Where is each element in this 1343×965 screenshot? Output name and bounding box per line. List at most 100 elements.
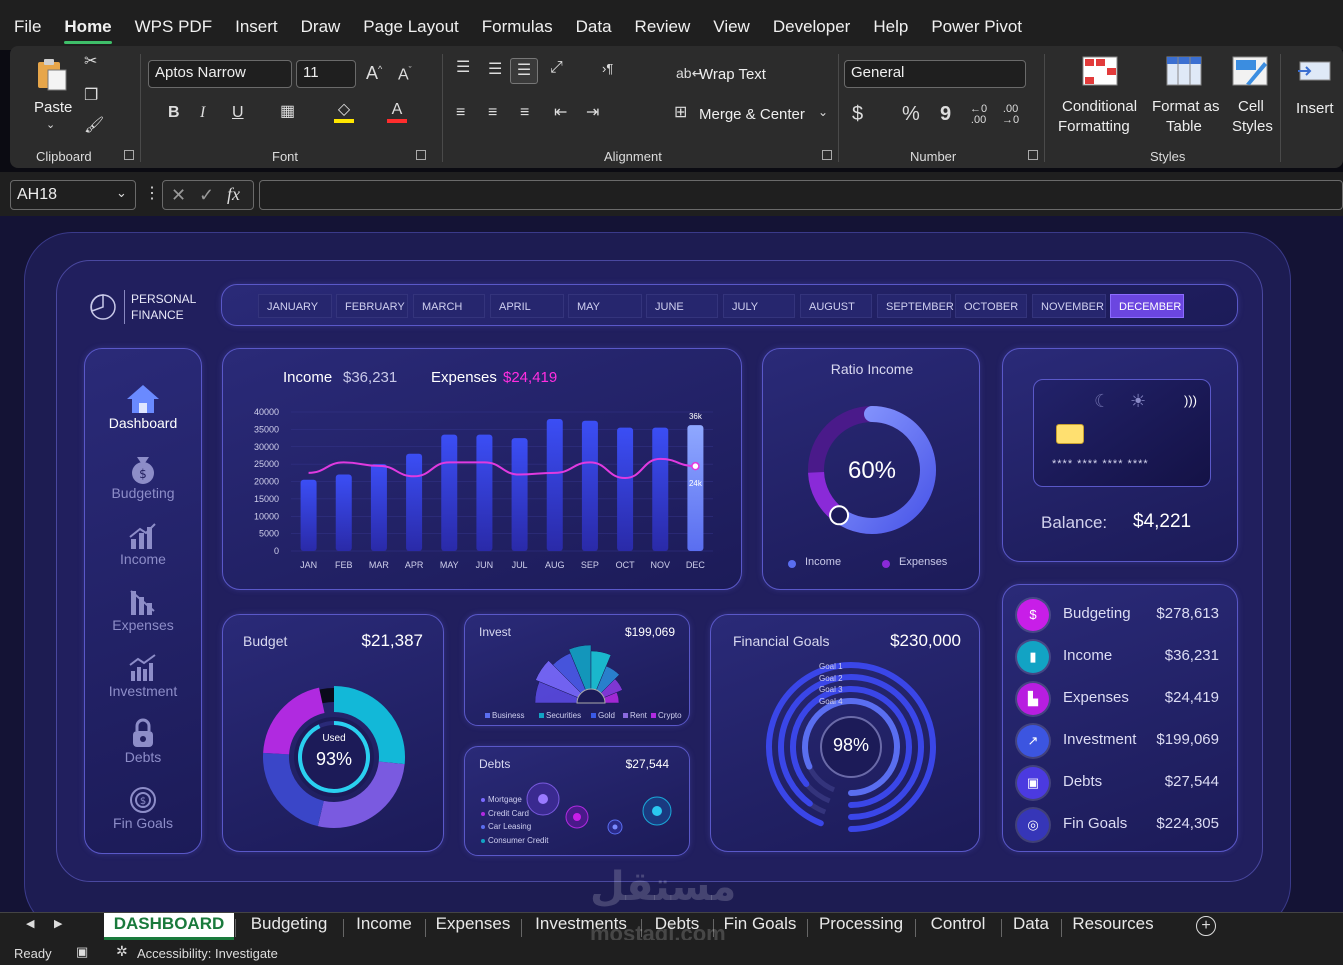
income-bar[interactable] bbox=[511, 438, 528, 551]
income-bar[interactable] bbox=[476, 434, 493, 551]
nav-item-debts[interactable]: Debts bbox=[85, 713, 201, 765]
income-bar[interactable] bbox=[441, 434, 458, 551]
summary-row-debts[interactable]: ▣ Debts $27,544 bbox=[1017, 765, 1225, 801]
dialog-launcher-icon[interactable] bbox=[416, 150, 426, 160]
align-center-icon[interactable]: ≡ bbox=[488, 105, 497, 121]
menu-formulas[interactable]: Formulas bbox=[482, 17, 553, 37]
sheet-tab-income[interactable]: Income bbox=[344, 913, 424, 940]
comma-button[interactable]: 9 bbox=[940, 104, 951, 124]
menu-power-pivot[interactable]: Power Pivot bbox=[931, 17, 1022, 37]
font-size-select[interactable]: 11 bbox=[296, 60, 356, 88]
month-tab-april[interactable]: APRIL bbox=[490, 294, 564, 318]
conditional-formatting-button[interactable]: Conditional bbox=[1062, 98, 1137, 115]
borders-icon[interactable]: ▦ bbox=[280, 104, 295, 120]
align-top-icon[interactable]: ☰ bbox=[456, 60, 470, 76]
summary-row-fin-goals[interactable]: ◎ Fin Goals $224,305 bbox=[1017, 807, 1225, 843]
month-tab-march[interactable]: MARCH bbox=[413, 294, 485, 318]
cell-styles-icon[interactable] bbox=[1232, 56, 1268, 86]
format-as-table-line2[interactable]: Table bbox=[1166, 118, 1202, 135]
month-tab-december[interactable]: DECEMBER bbox=[1110, 294, 1184, 318]
sheet-tab-fin-goals[interactable]: Fin Goals bbox=[714, 913, 806, 940]
sheet-tab-control[interactable]: Control bbox=[916, 913, 1000, 940]
cell-styles-line2[interactable]: Styles bbox=[1232, 118, 1273, 135]
number-format-select[interactable]: General bbox=[844, 60, 1026, 88]
macro-record-icon[interactable]: ▣ bbox=[76, 945, 88, 958]
underline-button[interactable]: U bbox=[232, 105, 244, 121]
month-tab-june[interactable]: JUNE bbox=[646, 294, 718, 318]
nav-item-income[interactable]: Income bbox=[85, 515, 201, 567]
format-painter-icon[interactable]: 🖌 bbox=[84, 118, 104, 134]
orientation-icon[interactable]: ⤢ bbox=[550, 60, 563, 76]
menu-data[interactable]: Data bbox=[576, 17, 612, 37]
income-bar[interactable] bbox=[652, 427, 669, 551]
increase-decimal-icon[interactable]: ←0.00 bbox=[970, 104, 987, 126]
accessibility-status[interactable]: Accessibility: Investigate bbox=[137, 946, 278, 961]
shrink-font-icon[interactable]: Aˇ bbox=[398, 66, 412, 83]
merge-center-button[interactable]: Merge & Center bbox=[699, 106, 805, 123]
decrease-decimal-icon[interactable]: .00 →0 bbox=[1002, 104, 1019, 126]
conditional-formatting-line2[interactable]: Formatting bbox=[1058, 118, 1130, 135]
income-bar[interactable] bbox=[406, 453, 423, 551]
chevron-down-icon[interactable]: ⌄ bbox=[116, 186, 127, 199]
font-name-select[interactable]: Aptos Narrow bbox=[148, 60, 292, 88]
menu-home[interactable]: Home bbox=[64, 17, 112, 44]
nav-item-dashboard[interactable]: Dashboard bbox=[85, 379, 201, 431]
copy-icon[interactable]: ❐ bbox=[84, 88, 98, 104]
add-sheet-icon[interactable]: + bbox=[1196, 916, 1216, 936]
insert-button[interactable]: Insert bbox=[1296, 100, 1334, 117]
income-bar[interactable] bbox=[617, 427, 634, 551]
menu-view[interactable]: View bbox=[713, 17, 750, 37]
insert-function-button[interactable]: fx bbox=[227, 185, 240, 203]
sheet-tab-resources[interactable]: Resources bbox=[1062, 913, 1164, 940]
conditional-formatting-icon[interactable] bbox=[1082, 56, 1118, 86]
format-as-table-icon[interactable] bbox=[1166, 56, 1202, 86]
summary-row-investment[interactable]: ↗ Investment $199,069 bbox=[1017, 723, 1225, 759]
sheet-tab-processing[interactable]: Processing bbox=[808, 913, 914, 940]
nav-item-fin-goals[interactable]: $ Fin Goals bbox=[85, 779, 201, 831]
align-right-icon[interactable]: ≡ bbox=[520, 105, 529, 121]
sheet-tab-data[interactable]: Data bbox=[1002, 913, 1060, 940]
income-bar[interactable] bbox=[581, 420, 598, 551]
nav-item-expenses[interactable]: Expenses bbox=[85, 581, 201, 633]
align-left-icon[interactable]: ≡ bbox=[456, 105, 465, 121]
sheet-tab-dashboard[interactable]: DASHBOARD bbox=[104, 913, 234, 940]
grow-font-icon[interactable]: A^ bbox=[366, 64, 382, 82]
menu-developer[interactable]: Developer bbox=[773, 17, 851, 37]
align-middle-icon[interactable]: ☰ bbox=[488, 62, 502, 78]
paste-icon[interactable] bbox=[34, 56, 70, 92]
sheet-tab-budgeting[interactable]: Budgeting bbox=[236, 913, 342, 940]
summary-row-budgeting[interactable]: $ Budgeting $278,613 bbox=[1017, 597, 1225, 633]
prev-sheet-icon[interactable]: ◀ bbox=[26, 919, 34, 930]
month-tab-may[interactable]: MAY bbox=[568, 294, 642, 318]
sheet-tab-expenses[interactable]: Expenses bbox=[426, 913, 520, 940]
enter-icon[interactable]: ✓ bbox=[199, 186, 214, 204]
merge-icon[interactable]: ⊞ bbox=[674, 105, 687, 121]
format-as-table-button[interactable]: Format as bbox=[1152, 98, 1220, 115]
chevron-down-icon[interactable]: ⌄ bbox=[46, 120, 55, 131]
percent-button[interactable]: % bbox=[902, 104, 920, 124]
summary-row-expenses[interactable]: ▙ Expenses $24,419 bbox=[1017, 681, 1225, 717]
month-tab-january[interactable]: JANUARY bbox=[258, 294, 332, 318]
month-tab-september[interactable]: SEPTEMBER bbox=[877, 294, 954, 318]
paste-button[interactable]: Paste bbox=[34, 99, 72, 116]
wrap-text-button[interactable]: Wrap Text bbox=[699, 66, 766, 83]
increase-indent-icon[interactable]: ⇥ bbox=[586, 105, 599, 121]
indent-rtl-icon[interactable]: ›¶ bbox=[602, 62, 613, 75]
income-bar[interactable] bbox=[370, 464, 387, 551]
month-tab-february[interactable]: FEBRUARY bbox=[336, 294, 408, 318]
more-icon[interactable]: ⋮ bbox=[144, 186, 160, 202]
cell-styles-button[interactable]: Cell bbox=[1238, 98, 1264, 115]
month-tab-july[interactable]: JULY bbox=[723, 294, 795, 318]
align-bottom-icon[interactable]: ☰ bbox=[510, 58, 538, 84]
menu-wps-pdf[interactable]: WPS PDF bbox=[135, 17, 212, 37]
menu-file[interactable]: File bbox=[14, 17, 41, 37]
nav-item-budgeting[interactable]: $ Budgeting bbox=[85, 449, 201, 501]
dialog-launcher-icon[interactable] bbox=[124, 150, 134, 160]
formula-input[interactable] bbox=[259, 180, 1343, 210]
next-sheet-icon[interactable]: ▶ bbox=[54, 919, 62, 930]
menu-draw[interactable]: Draw bbox=[301, 17, 341, 37]
menu-review[interactable]: Review bbox=[635, 17, 691, 37]
insert-cells-icon[interactable] bbox=[1296, 56, 1332, 86]
menu-insert[interactable]: Insert bbox=[235, 17, 278, 37]
summary-row-income[interactable]: ▮ Income $36,231 bbox=[1017, 639, 1225, 675]
